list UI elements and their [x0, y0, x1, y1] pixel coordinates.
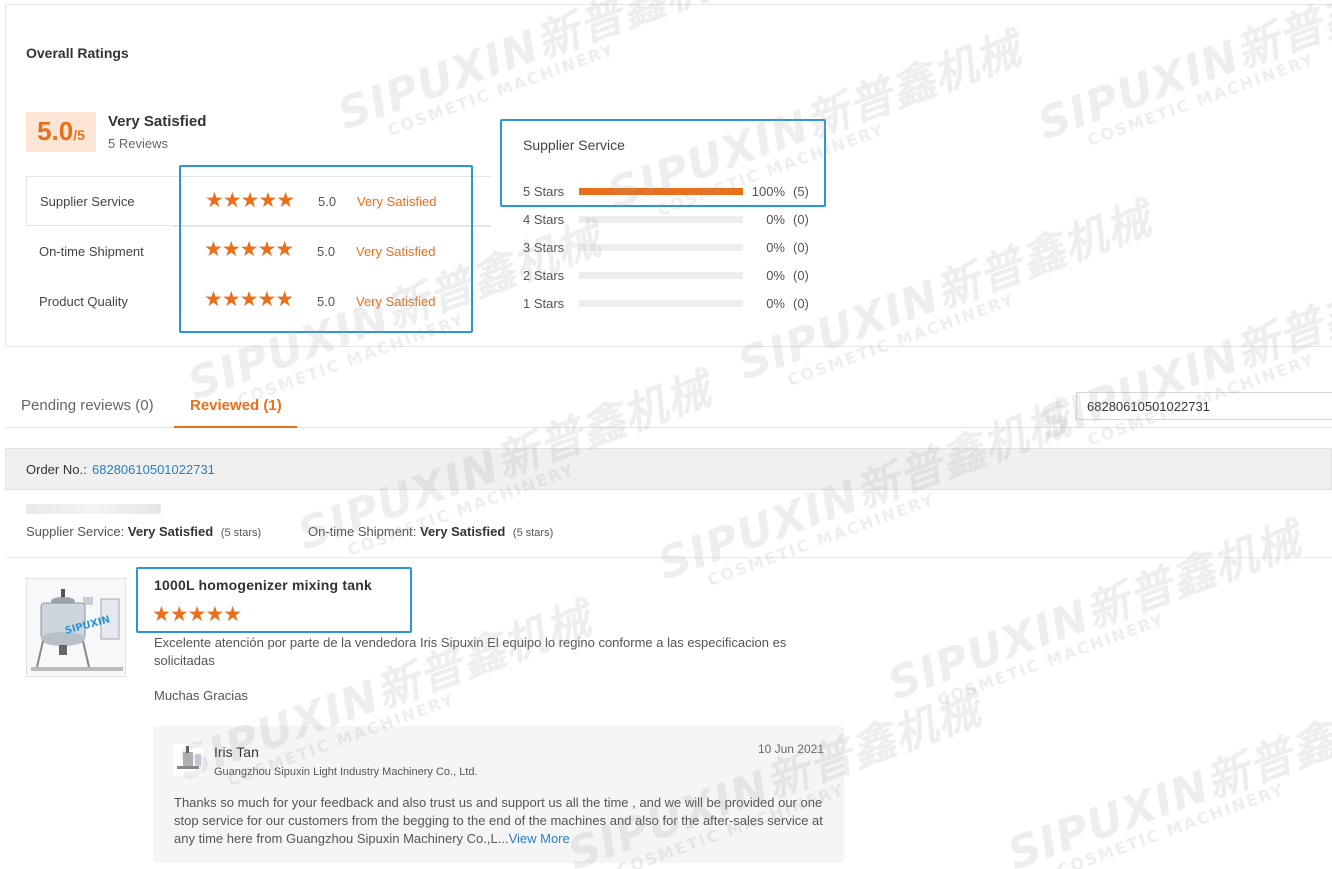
reply-author-name: Iris Tan: [214, 744, 259, 760]
summary-value: Very Satisfied: [127, 524, 214, 539]
distribution-row: 4 Stars 0% (0): [523, 209, 823, 229]
summary-stars: (5 stars): [512, 527, 554, 539]
distribution-percent: 0%: [766, 295, 785, 311]
overall-score-badge: 5.0 /5: [26, 112, 96, 152]
distribution-bar: [579, 271, 743, 279]
reply-body: Thanks so much for your feedback and als…: [174, 795, 823, 846]
product-star-rating-icons: ★★★★★: [152, 603, 242, 626]
distribution-percent: 0%: [766, 239, 785, 255]
order-number-link[interactable]: 68280610501022731: [92, 462, 215, 477]
tab-reviewed[interactable]: Reviewed (1): [190, 397, 282, 414]
overall-satisfaction: Very Satisfied: [108, 113, 207, 130]
overall-score: 5.0: [37, 116, 74, 146]
summary-value: Very Satisfied: [420, 524, 506, 539]
active-tab-indicator: [174, 426, 297, 428]
reply-text: Thanks so much for your feedback and als…: [174, 794, 824, 848]
tab-pending-reviews[interactable]: Pending reviews (0): [21, 397, 154, 414]
product-title[interactable]: 1000L homogenizer mixing tank: [154, 577, 372, 593]
divider: [5, 557, 1332, 558]
distribution-bar: [579, 299, 743, 307]
distribution-row: 5 Stars 100% (5): [523, 181, 823, 201]
review-text: Excelente atención por parte de la vende…: [154, 635, 787, 668]
avatar: [173, 744, 203, 776]
distribution-count: (0): [793, 295, 809, 311]
order-number-label: Order No.:: [26, 462, 87, 477]
distribution-count: (5): [793, 183, 809, 199]
distribution-bar: [579, 187, 743, 195]
distribution-count: (0): [793, 267, 809, 283]
summary-ontime-shipment: On-time Shipment: Very Satisfied (5 star…: [308, 524, 553, 539]
distribution-label: 2 Stars: [523, 267, 565, 283]
rating-row-label: Supplier Service: [40, 193, 135, 209]
distribution-label: 3 Stars: [523, 239, 565, 255]
distribution-label: 1 Stars: [523, 295, 565, 311]
supplier-reply: Iris Tan Guangzhou Sipuxin Light Industr…: [153, 726, 844, 863]
watermark: SIPUXIN新普鑫机械COSMETIC MACHINERY: [881, 513, 1308, 711]
summary-stars: (5 stars): [220, 527, 262, 539]
distribution-title: Supplier Service: [523, 137, 625, 153]
distribution-bar: [579, 243, 743, 251]
order-header: Order No.: 68280610501022731: [5, 448, 1332, 490]
summary-label: On-time Shipment:: [308, 524, 417, 539]
distribution-label: 5 Stars: [523, 183, 565, 199]
summary-label: Supplier Service:: [26, 524, 125, 539]
distribution-percent: 0%: [766, 267, 785, 283]
distribution-row: 1 Stars 0% (0): [523, 293, 823, 313]
mixing-tank-image: SIPUXIN: [27, 579, 125, 676]
rating-row-label: Product Quality: [39, 293, 128, 309]
reply-date: 10 Jun 2021: [757, 742, 824, 756]
highlight-box-ratings: [179, 165, 473, 333]
rating-row-label: On-time Shipment: [39, 243, 144, 259]
order-search-input[interactable]: [1076, 392, 1332, 420]
distribution-label: 4 Stars: [523, 211, 565, 227]
overall-score-max: /5: [73, 127, 85, 143]
review-text-closing: Muchas Gracias: [154, 688, 248, 703]
overall-review-count: 5 Reviews: [108, 136, 168, 151]
product-thumbnail[interactable]: SIPUXIN: [26, 578, 126, 677]
distribution-row: 2 Stars 0% (0): [523, 265, 823, 285]
distribution-percent: 0%: [766, 211, 785, 227]
reply-company: Guangzhou Sipuxin Light Industry Machine…: [214, 766, 478, 778]
distribution-percent: 100%: [751, 183, 785, 199]
blurred-buyer-name: [26, 504, 161, 514]
distribution-count: (0): [793, 239, 809, 255]
watermark: SIPUXIN新普鑫机械COSMETIC MACHINERY: [1001, 683, 1332, 869]
distribution-row: 3 Stars 0% (0): [523, 237, 823, 257]
overall-ratings-title: Overall Ratings: [26, 45, 129, 61]
distribution-bar: [579, 215, 743, 223]
distribution-bar-fill: [579, 187, 743, 195]
watermark: SIPUXIN新普鑫机械COSMETIC MACHINERY: [651, 393, 1078, 591]
distribution-count: (0): [793, 211, 809, 227]
view-more-link[interactable]: View More: [509, 831, 570, 846]
summary-supplier-service: Supplier Service: Very Satisfied (5 star…: [26, 524, 261, 539]
